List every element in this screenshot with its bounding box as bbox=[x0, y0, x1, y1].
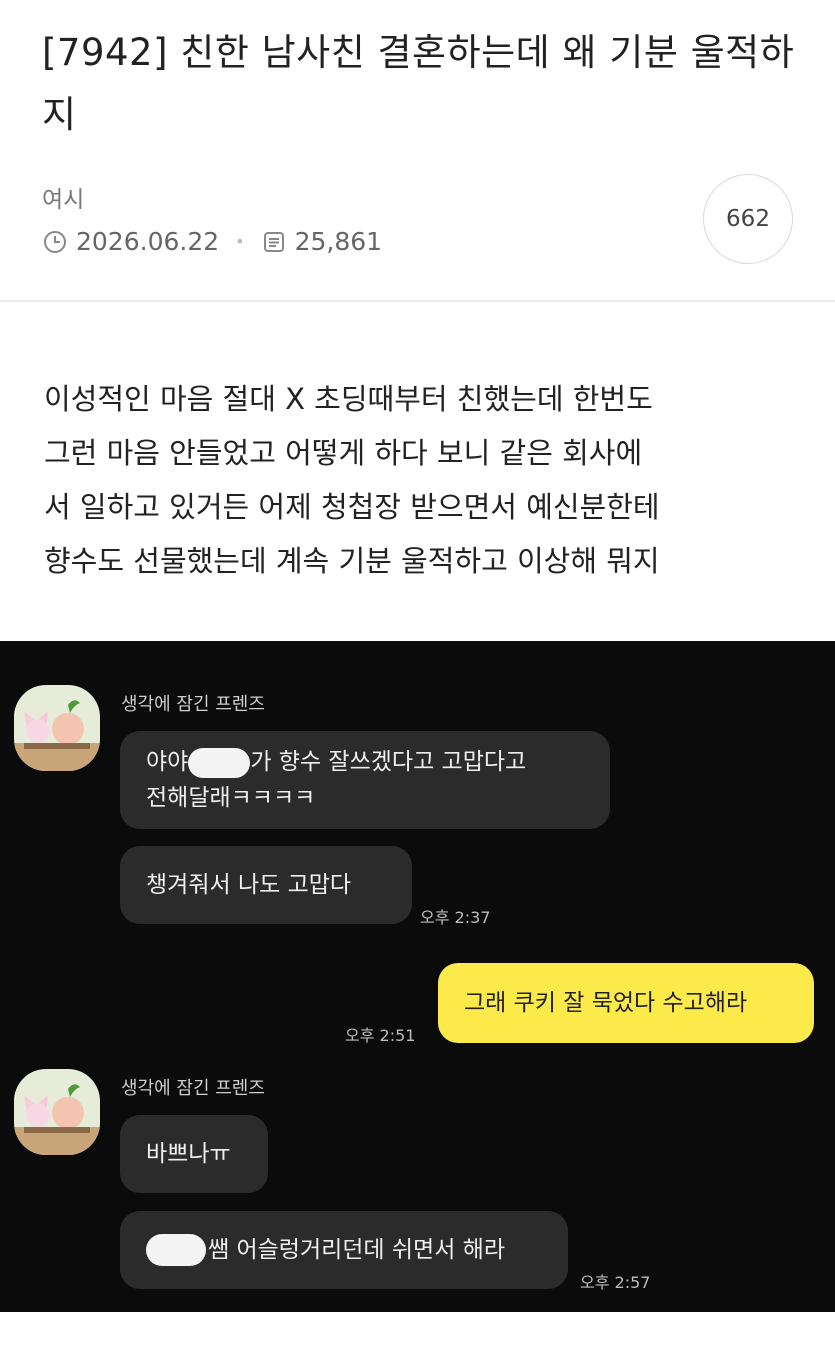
friends-avatar-icon bbox=[14, 1069, 100, 1155]
redacted-name bbox=[188, 747, 251, 778]
post-author[interactable]: 여시 bbox=[42, 180, 84, 214]
message-line: 전해달래ㅋㅋㅋㅋ bbox=[146, 785, 316, 811]
incoming-message[interactable]: 쌤 어슬렁거리던데 쉬면서 해라 bbox=[120, 1211, 568, 1289]
body-line: 향수도 선물했는데 계속 기분 울적하고 이상해 뭐지 bbox=[44, 544, 660, 578]
incoming-message[interactable]: 바쁘나ㅠ bbox=[120, 1115, 268, 1193]
post-date: 2026.06.22 bbox=[76, 227, 220, 256]
sender-name: 생각에 잠긴 프렌즈 bbox=[121, 1078, 265, 1099]
post-header: [7942] 친한 남사친 결혼하는데 왜 기분 울적하지 여시 2026.06… bbox=[0, 0, 835, 300]
incoming-message[interactable]: 챙겨줘서 나도 고맙다 bbox=[120, 846, 412, 924]
sender-name: 생각에 잠긴 프렌즈 bbox=[121, 694, 265, 715]
redacted-name bbox=[146, 1234, 206, 1266]
friends-avatar-icon bbox=[14, 685, 100, 771]
post-meta: 2026.06.22 • 25,861 bbox=[42, 227, 382, 256]
meta-separator: • bbox=[235, 232, 245, 251]
page-bottom bbox=[0, 1312, 835, 1359]
outgoing-message[interactable]: 그래 쿠키 잘 묵었다 수고해라 bbox=[438, 963, 814, 1043]
chat-screenshot: 생각에 잠긴 프렌즈 야야 가 향수 잘쓰겠다고 고맙다고 전해달래ㅋㅋㅋㅋ 챙겨… bbox=[0, 641, 835, 1312]
post-body: 이성적인 마음 절대 X 초딩때부터 친했는데 한번도 그런 마음 안들었고 어… bbox=[44, 372, 804, 588]
message-text: 가 향수 잘쓰겠다고 고맙다고 bbox=[250, 749, 527, 775]
message-text: 야야 bbox=[146, 749, 189, 775]
body-line: 서 일하고 있거든 어제 청첩장 받으면서 예신분한테 bbox=[44, 490, 660, 524]
comment-count-button[interactable]: 662 bbox=[703, 174, 793, 264]
message-time: 오후 2:51 bbox=[345, 1026, 416, 1045]
message-line: 야야 가 향수 잘쓰겠다고 고맙다고 bbox=[146, 744, 526, 780]
header-divider bbox=[0, 300, 835, 302]
body-line: 그런 마음 안들었고 어떻게 하다 보니 같은 회사에 bbox=[44, 436, 643, 470]
views-icon bbox=[261, 229, 287, 255]
message-time: 오후 2:37 bbox=[420, 908, 491, 927]
message-text: 쌤 어슬렁거리던데 쉬면서 해라 bbox=[208, 1237, 506, 1263]
post-views: 25,861 bbox=[294, 227, 383, 256]
message-time: 오후 2:57 bbox=[580, 1273, 651, 1292]
clock-icon bbox=[42, 229, 68, 255]
post-title: [7942] 친한 남사친 결혼하는데 왜 기분 울적하지 bbox=[42, 31, 795, 136]
incoming-message[interactable]: 야야 가 향수 잘쓰겠다고 고맙다고 전해달래ㅋㅋㅋㅋ bbox=[120, 731, 610, 829]
body-line: 이성적인 마음 절대 X 초딩때부터 친했는데 한번도 bbox=[44, 382, 653, 416]
